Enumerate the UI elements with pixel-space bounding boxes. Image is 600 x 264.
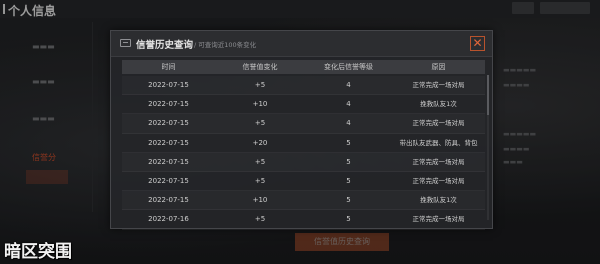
- cell-reason: 正常完成一场对局: [412, 119, 465, 128]
- cell-reason: 带出队友武器、防具、背包: [399, 138, 478, 147]
- cell-change: +5: [254, 176, 266, 185]
- table-row: 2022-07-15 +20 5 带出队友武器、防具、背包: [122, 134, 485, 153]
- cell-level: 5: [346, 157, 351, 166]
- cell-level: 5: [346, 176, 351, 185]
- cell-time: 2022-07-16: [148, 215, 189, 224]
- history-icon: [120, 39, 131, 47]
- cell-change: +5: [254, 119, 266, 128]
- cell-reason: 挽救队友1次: [420, 100, 457, 109]
- column-header-time: 时间: [161, 63, 176, 71]
- cell-time: 2022-07-15: [148, 157, 189, 166]
- cell-reason: 正常完成一场对局: [412, 215, 465, 224]
- modal-subtitle: / 可查询近100条变化: [194, 41, 257, 49]
- cell-time: 2022-07-15: [148, 119, 189, 128]
- column-header-level: 变化后信誉等级: [324, 63, 373, 71]
- cell-time: 2022-07-15: [148, 196, 189, 205]
- cell-time: 2022-07-15: [148, 176, 189, 185]
- cell-change: +10: [252, 100, 268, 109]
- table-scrollbar[interactable]: [487, 75, 489, 220]
- modal-header: 信誉历史查询 / 可查询近100条变化 ✕: [111, 31, 492, 57]
- table-row: 2022-07-15 +5 5 正常完成一场对局: [122, 172, 485, 192]
- cell-change: +5: [254, 215, 266, 224]
- modal-title: 信誉历史查询: [136, 40, 194, 51]
- cell-level: 5: [346, 138, 351, 147]
- game-screen: 个人信息 ▬▬▬ ▬▬▬ ▬▬▬ 信誉分 ▬▬▬▬▬ ▬▬▬▬ ▬▬▬▬▬ ▬▬…: [0, 0, 600, 264]
- table-body: 2022-07-15 +5 4 正常完成一场对局 2022-07-15 +10 …: [122, 76, 485, 230]
- scrollbar-thumb[interactable]: [487, 75, 489, 115]
- cell-level: 5: [346, 196, 351, 205]
- cell-level: 5: [346, 215, 351, 224]
- table-row: 2022-07-15 +10 5 挽救队友1次: [122, 191, 485, 211]
- table-row: 2022-07-15 +5 5 正常完成一场对局: [122, 153, 485, 172]
- cell-change: +5: [254, 157, 266, 166]
- cell-change: +5: [254, 81, 266, 89]
- cell-reason: 正常完成一场对局: [412, 157, 465, 166]
- cell-level: 4: [346, 81, 351, 89]
- table-row: 2022-07-15 +5 4 正常完成一场对局: [122, 76, 485, 96]
- credit-history-modal: 信誉历史查询 / 可查询近100条变化 ✕ 时间 信誉值变化 变化后信誉等级 原…: [110, 30, 493, 230]
- cell-time: 2022-07-15: [148, 81, 189, 89]
- cell-time: 2022-07-15: [148, 100, 189, 109]
- cell-level: 4: [346, 119, 351, 128]
- game-logo-watermark: 暗区突围: [4, 242, 72, 262]
- close-icon[interactable]: ✕: [470, 36, 485, 51]
- table-row: 2022-07-15 +10 4 挽救队友1次: [122, 95, 485, 115]
- column-header-change: 信誉值变化: [242, 63, 278, 71]
- cell-reason: 正常完成一场对局: [412, 176, 465, 185]
- cell-reason: 正常完成一场对局: [412, 81, 465, 89]
- column-header-reason: 原因: [431, 63, 446, 71]
- table-header-row: 时间 信誉值变化 变化后信誉等级 原因: [122, 60, 485, 74]
- table-row: 2022-07-15 +5 4 正常完成一场对局: [122, 114, 485, 134]
- cell-change: +20: [252, 138, 268, 147]
- cell-level: 4: [346, 100, 351, 109]
- credit-history-table: 时间 信誉值变化 变化后信誉等级 原因 2022-07-15 +5 4 正常完成…: [122, 60, 485, 230]
- cell-time: 2022-07-15: [148, 138, 189, 147]
- table-row: 2022-07-16 +5 5 正常完成一场对局: [122, 210, 485, 230]
- cell-reason: 挽救队友1次: [420, 196, 457, 205]
- cell-change: +10: [252, 196, 268, 205]
